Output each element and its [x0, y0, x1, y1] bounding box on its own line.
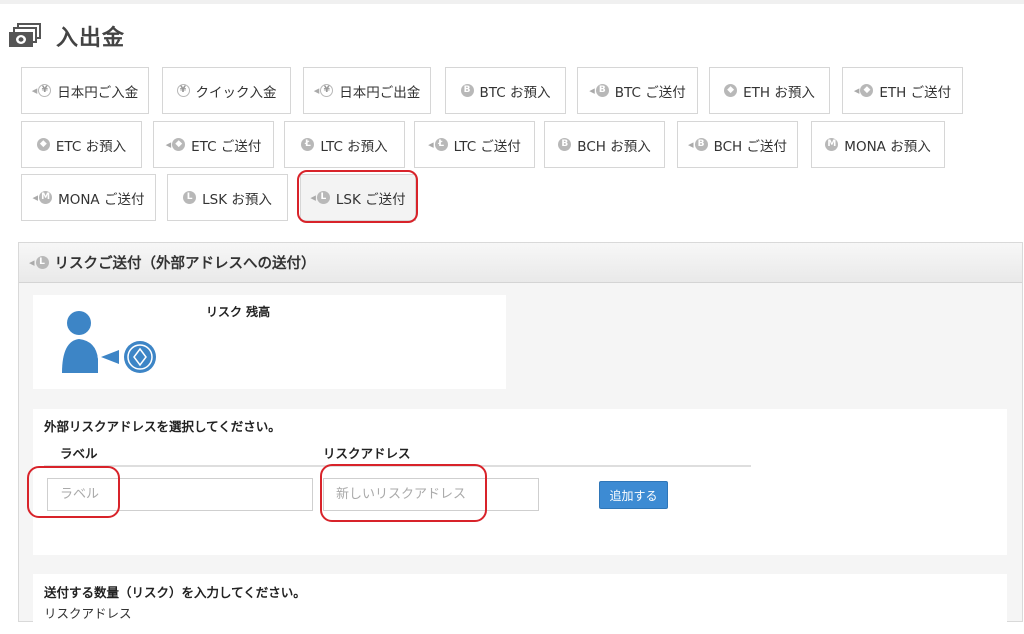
tab-label: 日本円ご出金 [339, 84, 421, 101]
tab-label: LTC ご送付 [453, 138, 521, 155]
quantity-section-title: 送付する数量（リスク）を入力してください。 [44, 585, 306, 600]
tab-label: ETC ご送付 [191, 138, 262, 155]
panel-header: ◂ L リスクご送付（外部アドレスへの送付） [19, 243, 1022, 283]
tab-mona-send[interactable]: ◂ M MONA ご送付 [21, 174, 156, 221]
tab-label: MONA お預入 [844, 138, 931, 155]
balance-label: リスク 残高 [206, 305, 271, 319]
yen-out-icon: ◂ ¥ [314, 83, 334, 99]
ltc-send-icon: ◂ Ł [428, 137, 448, 153]
panel-title: リスクご送付（外部アドレスへの送付） [54, 256, 316, 272]
etc-send-icon: ◂ ◆ [166, 137, 186, 153]
btc-icon: B [460, 83, 474, 99]
tab-ltc-deposit[interactable]: Ł LTC お預入 [284, 121, 405, 168]
bch-send-icon: ◂ B [688, 137, 708, 153]
yen-in-icon: ◂ ¥ [32, 83, 52, 99]
tab-etc-send[interactable]: ◂ ◆ ETC ご送付 [153, 121, 274, 168]
quantity-section: 送付する数量（リスク）を入力してください。 リスクアドレス [33, 574, 1007, 634]
tab-jpy-deposit[interactable]: ◂ ¥ 日本円ご入金 [21, 67, 149, 114]
tab-mona-deposit[interactable]: M MONA お預入 [811, 121, 945, 168]
highlight-ring-lsk-send-tab [297, 170, 418, 223]
eth-icon: ◆ [724, 83, 738, 99]
address-section-title: 外部リスクアドレスを選択してください。 [44, 419, 281, 434]
tab-label: ETH ご送付 [879, 84, 952, 101]
add-address-button[interactable]: 追加する [599, 481, 668, 509]
tab-label: BCH ご送付 [713, 138, 787, 155]
tab-label: LSK お預入 [202, 191, 272, 208]
btc-send-icon: ◂ B [589, 83, 609, 99]
tab-btc-send[interactable]: ◂ B BTC ご送付 [577, 67, 698, 114]
highlight-ring-label-input [27, 466, 120, 518]
tab-bch-send[interactable]: ◂ B BCH ご送付 [677, 121, 798, 168]
tab-label: ETH お預入 [743, 84, 815, 101]
tab-ltc-send[interactable]: ◂ Ł LTC ご送付 [414, 121, 535, 168]
quick-yen-icon: ¥ [176, 83, 190, 99]
etc-icon: ◆ [36, 137, 50, 153]
tab-jpy-withdraw[interactable]: ◂ ¥ 日本円ご出金 [303, 67, 431, 114]
tab-lsk-deposit[interactable]: L LSK お預入 [167, 174, 288, 221]
page-header: 入出金 [8, 18, 125, 54]
quantity-section-sub: リスクアドレス [44, 606, 132, 621]
tab-label: BCH お預入 [577, 138, 651, 155]
label-column-header: ラベル [60, 446, 98, 461]
ltc-icon: Ł [301, 137, 315, 153]
tab-label: BTC お預入 [479, 84, 551, 101]
money-stack-icon [8, 22, 42, 50]
address-section: 外部リスクアドレスを選択してください。 ラベル リスクアドレス 追加する [33, 409, 1007, 555]
tab-eth-deposit[interactable]: ◆ ETH お預入 [709, 67, 830, 114]
tab-label: BTC ご送付 [614, 84, 686, 101]
mona-icon: M [825, 137, 839, 153]
tab-label: MONA ご送付 [58, 191, 145, 208]
tab-label: ETC お預入 [55, 138, 127, 155]
bch-icon: B [558, 137, 572, 153]
lsk-send-panel: ◂ L リスクご送付（外部アドレスへの送付） リスク 残高 外部リスクアドレスを選… [18, 242, 1023, 634]
tab-label: クイック入金 [195, 84, 277, 101]
page-title: 入出金 [56, 26, 126, 51]
balance-box: リスク 残高 [33, 295, 506, 389]
tab-btc-deposit[interactable]: B BTC お預入 [445, 67, 566, 114]
tab-quick-deposit[interactable]: ¥ クイック入金 [162, 67, 291, 114]
tab-label: LTC お預入 [320, 138, 388, 155]
user-send-icon [57, 309, 162, 379]
lsk-icon: L [183, 190, 197, 206]
tab-bch-deposit[interactable]: B BCH お預入 [544, 121, 665, 168]
tab-eth-send[interactable]: ◂ ◆ ETH ご送付 [842, 67, 963, 114]
address-column-header: リスクアドレス [323, 446, 411, 461]
highlight-ring-address-input [320, 464, 487, 522]
tab-etc-deposit[interactable]: ◆ ETC お預入 [21, 121, 142, 168]
tab-label: 日本円ご入金 [57, 84, 139, 101]
top-border [0, 0, 1024, 4]
lsk-send-icon: ◂ L [29, 255, 49, 271]
mona-send-icon: ◂ M [33, 190, 53, 206]
eth-send-icon: ◂ ◆ [854, 83, 874, 99]
